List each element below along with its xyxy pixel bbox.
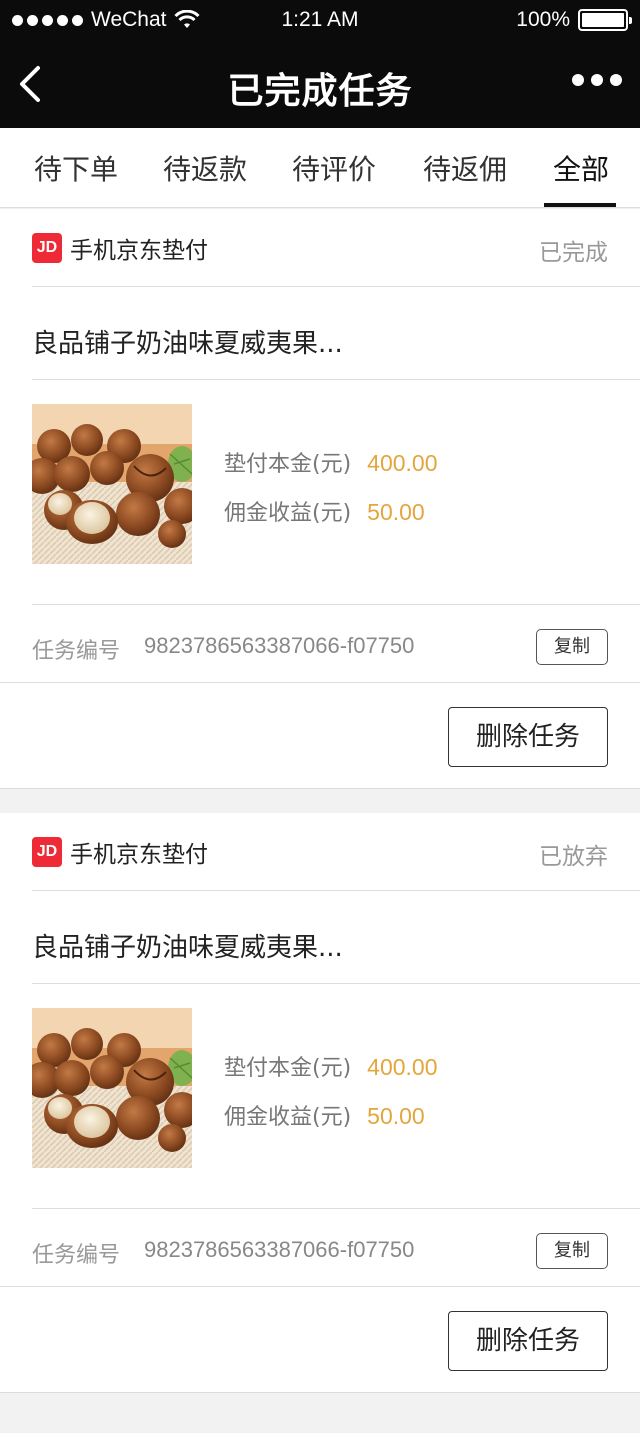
- card-actions: 删除任务: [0, 1286, 640, 1394]
- card-header: JD 手机京东垫付 已完成: [32, 209, 640, 287]
- status-bar: WeChat 1:21 AM 100%: [0, 0, 640, 40]
- task-number-label: 任务编号: [32, 639, 121, 664]
- order-card: JD 手机京东垫付 已完成 良品铺子奶油味夏威夷果... 垫付本金(元) 400.…: [0, 209, 640, 789]
- principal-value: 400.00: [367, 1054, 438, 1080]
- tab-pending-commission[interactable]: 待返佣: [423, 148, 507, 188]
- copy-button[interactable]: 复制: [536, 629, 608, 665]
- commission-label: 佣金收益(元): [224, 501, 352, 526]
- product-row[interactable]: 垫付本金(元) 400.00 佣金收益(元) 50.00: [32, 380, 640, 605]
- battery-percent: 100%: [516, 8, 570, 31]
- order-status: 已放弃: [539, 844, 608, 870]
- principal-label: 垫付本金(元): [224, 1056, 352, 1081]
- page-title: 已完成任务: [227, 71, 413, 112]
- shop-name: 手机京东垫付: [70, 238, 208, 264]
- commission-row: 佣金收益(元) 50.00: [224, 1099, 425, 1131]
- task-number-value: 9823786563387066-f07750: [144, 633, 415, 658]
- task-number-value: 9823786563387066-f07750: [144, 1237, 415, 1262]
- product-title-row[interactable]: 良品铺子奶油味夏威夷果...: [32, 891, 640, 984]
- order-status: 已完成: [539, 240, 608, 266]
- product-title-row[interactable]: 良品铺子奶油味夏威夷果...: [32, 287, 640, 380]
- principal-label: 垫付本金(元): [224, 452, 352, 477]
- product-title: 良品铺子奶油味夏威夷果...: [32, 933, 343, 963]
- commission-label: 佣金收益(元): [224, 1105, 352, 1130]
- tab-bar: 待下单 待返款 待评价 待返佣 全部: [0, 128, 640, 208]
- task-number-row: 任务编号 9823786563387066-f07750 复制: [32, 1209, 640, 1286]
- task-number-row: 任务编号 9823786563387066-f07750 复制: [32, 605, 640, 682]
- principal-row: 垫付本金(元) 400.00: [224, 1050, 438, 1082]
- nav-bar: 已完成任务: [0, 40, 640, 128]
- tab-pending-review[interactable]: 待评价: [292, 148, 376, 188]
- commission-value: 50.00: [367, 499, 425, 525]
- delete-task-button[interactable]: 删除任务: [448, 707, 608, 767]
- copy-button[interactable]: 复制: [536, 1233, 608, 1269]
- commission-row: 佣金收益(元) 50.00: [224, 495, 425, 527]
- delete-task-button[interactable]: 删除任务: [448, 1311, 608, 1371]
- principal-row: 垫付本金(元) 400.00: [224, 446, 438, 478]
- jd-logo-icon: JD: [32, 233, 62, 263]
- principal-value: 400.00: [367, 450, 438, 476]
- battery-icon: [578, 9, 632, 31]
- product-row[interactable]: 垫付本金(元) 400.00 佣金收益(元) 50.00: [32, 984, 640, 1209]
- product-image: [32, 1008, 192, 1168]
- product-image: [32, 404, 192, 564]
- task-number-label: 任务编号: [32, 1243, 121, 1268]
- tab-active-indicator: [544, 203, 616, 207]
- tab-pending-refund[interactable]: 待返款: [163, 148, 247, 188]
- status-right: 100%: [516, 8, 632, 32]
- product-title: 良品铺子奶油味夏威夷果...: [32, 329, 343, 359]
- card-actions: 删除任务: [0, 682, 640, 790]
- commission-value: 50.00: [367, 1103, 425, 1129]
- more-dots-icon[interactable]: [572, 74, 622, 86]
- shop-name: 手机京东垫付: [70, 842, 208, 868]
- tab-all[interactable]: 全部: [553, 148, 609, 188]
- order-card: JD 手机京东垫付 已放弃 良品铺子奶油味夏威夷果... 垫付本金(元) 400.…: [0, 813, 640, 1393]
- card-header: JD 手机京东垫付 已放弃: [32, 813, 640, 891]
- tab-pending-order[interactable]: 待下单: [34, 148, 118, 188]
- jd-logo-icon: JD: [32, 837, 62, 867]
